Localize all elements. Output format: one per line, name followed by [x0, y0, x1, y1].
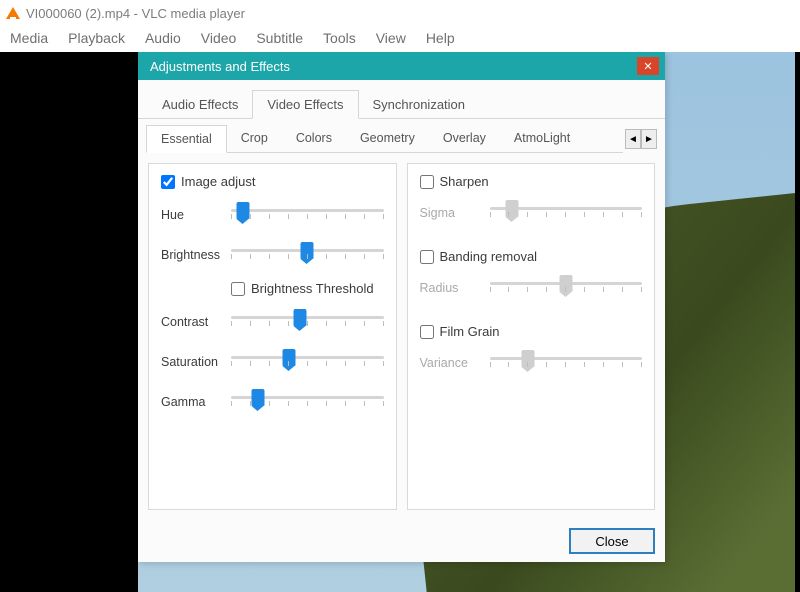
tab-overlay[interactable]: Overlay [429, 125, 500, 152]
tabs-sub-nav: ◄ ► [625, 129, 657, 149]
dialog-title: Adjustments and Effects [150, 59, 290, 74]
variance-slider [490, 349, 643, 377]
panel-right: Sharpen Sigma Banding removal [407, 163, 656, 510]
panel-image-adjust: Image adjust Hue Brightness [148, 163, 397, 510]
dialog-header[interactable]: Adjustments and Effects ✕ [138, 52, 665, 80]
close-icon: ✕ [643, 60, 652, 73]
tab-video-effects[interactable]: Video Effects [252, 90, 358, 119]
image-adjust-checkbox[interactable] [161, 175, 175, 189]
radius-slider [490, 274, 643, 302]
saturation-slider[interactable] [231, 348, 384, 376]
menu-help[interactable]: Help [426, 30, 455, 46]
tab-colors[interactable]: Colors [282, 125, 346, 152]
sharpen-label: Sharpen [440, 174, 489, 189]
variance-label: Variance [420, 356, 482, 370]
video-pillarbox-left [0, 52, 138, 592]
menu-video[interactable]: Video [201, 30, 237, 46]
menu-subtitle[interactable]: Subtitle [256, 30, 303, 46]
menu-media[interactable]: Media [10, 30, 48, 46]
video-canvas: Adjustments and Effects ✕ Audio Effects … [0, 52, 800, 592]
chevron-right-icon: ► [644, 134, 654, 145]
brightness-threshold-label: Brightness Threshold [251, 281, 374, 296]
banding-section: Banding removal Radius [420, 249, 643, 302]
dialog-footer: Close [138, 520, 665, 562]
brightness-threshold-row: Brightness Threshold [231, 281, 384, 296]
brightness-label: Brightness [161, 248, 223, 262]
contrast-slider[interactable] [231, 308, 384, 336]
menu-tools[interactable]: Tools [323, 30, 356, 46]
sigma-label: Sigma [420, 206, 482, 220]
tab-atmolight[interactable]: AtmoLight [500, 125, 584, 152]
banding-removal-label: Banding removal [440, 249, 538, 264]
gamma-row: Gamma [161, 388, 384, 416]
chevron-left-icon: ◄ [628, 134, 638, 145]
menubar: Media Playback Audio Video Subtitle Tool… [0, 26, 800, 52]
tab-synchronization[interactable]: Synchronization [359, 91, 480, 118]
window-title: VI000060 (2).mp4 - VLC media player [26, 6, 245, 21]
menu-playback[interactable]: Playback [68, 30, 125, 46]
sharpen-checkbox[interactable] [420, 175, 434, 189]
dialog-close-button[interactable]: ✕ [637, 57, 659, 75]
tab-audio-effects[interactable]: Audio Effects [148, 91, 252, 118]
filmgrain-section: Film Grain Variance [420, 324, 643, 377]
banding-removal-checkbox[interactable] [420, 250, 434, 264]
dialog-body: Image adjust Hue Brightness [138, 153, 665, 520]
saturation-label: Saturation [161, 355, 223, 369]
saturation-row: Saturation [161, 348, 384, 376]
brightness-threshold-checkbox[interactable] [231, 282, 245, 296]
gamma-label: Gamma [161, 395, 223, 409]
brightness-slider[interactable] [231, 241, 384, 269]
window-titlebar: VI000060 (2).mp4 - VLC media player [0, 0, 800, 26]
image-adjust-checkbox-row: Image adjust [161, 174, 384, 189]
image-adjust-label: Image adjust [181, 174, 255, 189]
vlc-cone-icon [6, 7, 20, 19]
menu-audio[interactable]: Audio [145, 30, 181, 46]
radius-label: Radius [420, 281, 482, 295]
close-button[interactable]: Close [569, 528, 655, 554]
tabs-sub: Essential Crop Colors Geometry Overlay A… [146, 125, 623, 153]
adjustments-and-effects-dialog: Adjustments and Effects ✕ Audio Effects … [138, 52, 665, 562]
contrast-label: Contrast [161, 315, 223, 329]
tabs-sub-wrap: Essential Crop Colors Geometry Overlay A… [138, 119, 665, 153]
tabs-top: Audio Effects Video Effects Synchronizat… [138, 80, 665, 119]
brightness-row: Brightness [161, 241, 384, 269]
film-grain-checkbox[interactable] [420, 325, 434, 339]
hue-slider[interactable] [231, 201, 384, 229]
tab-essential[interactable]: Essential [146, 125, 227, 153]
sigma-slider [490, 199, 643, 227]
video-pillarbox-right [795, 52, 800, 592]
gamma-slider[interactable] [231, 388, 384, 416]
sharpen-section: Sharpen Sigma [420, 174, 643, 227]
menu-view[interactable]: View [376, 30, 406, 46]
contrast-row: Contrast [161, 308, 384, 336]
hue-label: Hue [161, 208, 223, 222]
hue-row: Hue [161, 201, 384, 229]
tab-geometry[interactable]: Geometry [346, 125, 429, 152]
tab-crop[interactable]: Crop [227, 125, 282, 152]
tabs-next-button[interactable]: ► [641, 129, 657, 149]
tabs-prev-button[interactable]: ◄ [625, 129, 641, 149]
film-grain-label: Film Grain [440, 324, 500, 339]
